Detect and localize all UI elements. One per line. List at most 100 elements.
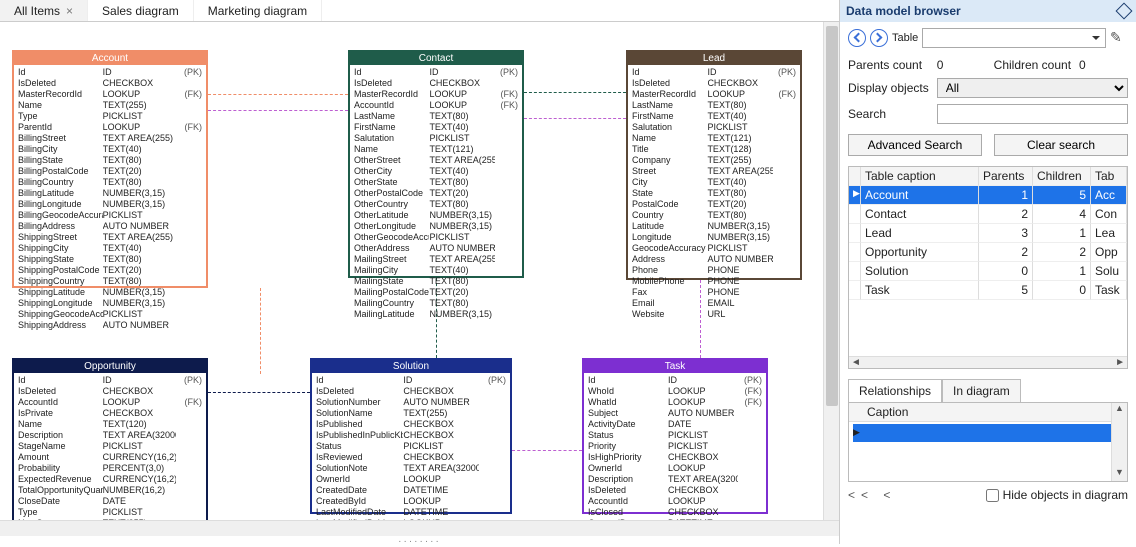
entity-field: OtherCountryTEXT(80) bbox=[354, 199, 518, 210]
display-objects-label: Display objects bbox=[848, 81, 929, 95]
entity-title: Lead bbox=[628, 52, 800, 65]
entity-field: IsDeletedCHECKBOX bbox=[18, 386, 202, 397]
diagram-tab[interactable]: Sales diagram bbox=[88, 0, 194, 21]
entity-field: StatusPICKLIST bbox=[316, 441, 506, 452]
table-dropdown[interactable] bbox=[922, 28, 1106, 48]
entity-field: DescriptionTEXT AREA(32000) bbox=[18, 430, 202, 441]
diagram-tab[interactable]: Marketing diagram bbox=[194, 0, 322, 21]
entity-field: SalutationPICKLIST bbox=[632, 122, 796, 133]
entity-field: WhoIdLOOKUP(FK) bbox=[588, 386, 762, 397]
entity-field: ShippingStreetTEXT AREA(255) bbox=[18, 232, 202, 243]
entity-account[interactable]: AccountIdID(PK)IsDeletedCHECKBOXMasterRe… bbox=[12, 50, 208, 288]
table-row[interactable]: Contact24Con bbox=[849, 205, 1127, 224]
nav-back-icon[interactable] bbox=[848, 29, 866, 47]
entity-opportunity[interactable]: OpportunityIdID(PK)IsDeletedCHECKBOXAcco… bbox=[12, 358, 208, 520]
tab-relationships[interactable]: Relationships bbox=[848, 379, 942, 402]
entity-field: GeocodeAccuracyPICKLIST bbox=[632, 243, 796, 254]
tables-grid-hscroll[interactable]: ◄► bbox=[849, 356, 1127, 368]
canvas-vscroll[interactable] bbox=[823, 22, 839, 520]
entity-field: AccountIdLOOKUP(FK) bbox=[18, 397, 202, 408]
entity-field: IsDeletedCHECKBOX bbox=[18, 78, 202, 89]
relationships-header: Caption bbox=[849, 403, 1127, 422]
entity-field: StatusPICKLIST bbox=[588, 430, 762, 441]
tab-in-diagram[interactable]: In diagram bbox=[942, 379, 1021, 402]
tables-grid: Table caption Parents Children Tab ▶Acco… bbox=[848, 166, 1128, 369]
pager[interactable]: << < bbox=[848, 488, 896, 502]
entity-field: ProbabilityPERCENT(3,0) bbox=[18, 463, 202, 474]
entity-field: MasterRecordIdLOOKUP(FK) bbox=[18, 89, 202, 100]
entity-field: SolutionNameTEXT(255) bbox=[316, 408, 506, 419]
diagram-tabs: All Items×Sales diagramMarketing diagram bbox=[0, 0, 839, 22]
entity-field: CityTEXT(40) bbox=[632, 177, 796, 188]
entity-field: StreetTEXT AREA(255) bbox=[632, 166, 796, 177]
relationships-vscroll[interactable]: ▲▼ bbox=[1111, 403, 1127, 481]
entity-field: LastNameTEXT(80) bbox=[632, 100, 796, 111]
entity-title: Account bbox=[14, 52, 206, 65]
entity-field: SalutationPICKLIST bbox=[354, 133, 518, 144]
entity-field: ShippingStateTEXT(80) bbox=[18, 254, 202, 265]
panel-header: Data model browser bbox=[840, 0, 1136, 22]
table-row[interactable]: Lead31Lea bbox=[849, 224, 1127, 243]
entity-field: BillingStateTEXT(80) bbox=[18, 155, 202, 166]
clear-search-button[interactable]: Clear search bbox=[994, 134, 1128, 156]
entity-field: OtherStreetTEXT AREA(255) bbox=[354, 155, 518, 166]
hide-objects-checkbox[interactable]: Hide objects in diagram bbox=[986, 488, 1128, 502]
nav-forward-icon[interactable] bbox=[870, 29, 888, 47]
entity-field: IsDeletedCHECKBOX bbox=[316, 386, 506, 397]
entity-field: WhatIdLOOKUP(FK) bbox=[588, 397, 762, 408]
close-icon[interactable]: × bbox=[66, 4, 73, 18]
search-input[interactable] bbox=[937, 104, 1128, 124]
entity-field: WebsiteURL bbox=[632, 309, 796, 320]
entity-solution[interactable]: SolutionIdID(PK)IsDeletedCHECKBOXSolutio… bbox=[310, 358, 512, 514]
entity-title: Opportunity bbox=[14, 360, 206, 373]
entity-field: ShippingLatitudeNUMBER(3,15) bbox=[18, 287, 202, 298]
tables-grid-header: Table caption Parents Children Tab bbox=[849, 167, 1127, 186]
table-row[interactable]: Opportunity22Opp bbox=[849, 243, 1127, 262]
entity-field: ShippingCityTEXT(40) bbox=[18, 243, 202, 254]
entity-field: MailingCityTEXT(40) bbox=[354, 265, 518, 276]
entity-contact[interactable]: ContactIdID(PK)IsDeletedCHECKBOXMasterRe… bbox=[348, 50, 524, 278]
entity-field: ParentIdLOOKUP(FK) bbox=[18, 122, 202, 133]
table-row[interactable]: Task50Task bbox=[849, 281, 1127, 300]
entity-field: CompanyTEXT(255) bbox=[632, 155, 796, 166]
advanced-search-button[interactable]: Advanced Search bbox=[848, 134, 982, 156]
entity-field: ShippingPostalCodeTEXT(20) bbox=[18, 265, 202, 276]
entity-field: NameTEXT(120) bbox=[18, 419, 202, 430]
entity-field: MasterRecordIdLOOKUP(FK) bbox=[632, 89, 796, 100]
entity-field: ActivityDateDATE bbox=[588, 419, 762, 430]
entity-field: ShippingAddressAUTO NUMBER bbox=[18, 320, 202, 331]
entity-field: IsDeletedCHECKBOX bbox=[354, 78, 518, 89]
relationships-grid[interactable]: Caption ▶ ▲▼ bbox=[848, 402, 1128, 482]
entity-lead[interactable]: LeadIdID(PK)IsDeletedCHECKBOXMasterRecor… bbox=[626, 50, 802, 280]
table-row[interactable]: ▶Account15Acc bbox=[849, 186, 1127, 205]
entity-field: AccountIdLOOKUP bbox=[588, 496, 762, 507]
table-row[interactable]: Solution01Solu bbox=[849, 262, 1127, 281]
entity-field: IsPublishedCHECKBOX bbox=[316, 419, 506, 430]
diagram-canvas[interactable]: AccountIdID(PK)IsDeletedCHECKBOXMasterRe… bbox=[0, 22, 839, 520]
entity-field: DescriptionTEXT AREA(32000) bbox=[588, 474, 762, 485]
panel-title: Data model browser bbox=[846, 4, 961, 18]
splitter-handle[interactable]: ········ bbox=[0, 536, 839, 544]
entity-field: SolutionNumberAUTO NUMBER bbox=[316, 397, 506, 408]
entity-field: IsHighPriorityCHECKBOX bbox=[588, 452, 762, 463]
entity-field: BillingPostalCodeTEXT(20) bbox=[18, 166, 202, 177]
entity-field: BillingCountryTEXT(80) bbox=[18, 177, 202, 188]
entity-field: IdID(PK) bbox=[354, 67, 518, 78]
entity-field: CreatedDateDATETIME bbox=[316, 485, 506, 496]
entity-field: OwnerIdLOOKUP bbox=[588, 463, 762, 474]
entity-field: LatitudeNUMBER(3,15) bbox=[632, 221, 796, 232]
entity-field: TotalOpportunityQuantityNUMBER(16,2) bbox=[18, 485, 202, 496]
entity-field: SolutionNoteTEXT AREA(32000) bbox=[316, 463, 506, 474]
entity-field: SubjectAUTO NUMBER bbox=[588, 408, 762, 419]
entity-field: IdID(PK) bbox=[588, 375, 762, 386]
entity-field: IsPublishedInPublicKbCHECKBOX bbox=[316, 430, 506, 441]
entity-title: Contact bbox=[350, 52, 522, 65]
pin-icon[interactable] bbox=[1116, 3, 1133, 20]
diagram-tab[interactable]: All Items× bbox=[0, 0, 88, 21]
edit-icon[interactable] bbox=[1110, 29, 1128, 47]
search-label: Search bbox=[848, 107, 929, 121]
canvas-hscroll[interactable] bbox=[0, 520, 839, 536]
display-objects-select[interactable]: All bbox=[937, 78, 1128, 98]
entity-task[interactable]: TaskIdID(PK)WhoIdLOOKUP(FK)WhatIdLOOKUP(… bbox=[582, 358, 768, 514]
entity-field: LastNameTEXT(80) bbox=[354, 111, 518, 122]
